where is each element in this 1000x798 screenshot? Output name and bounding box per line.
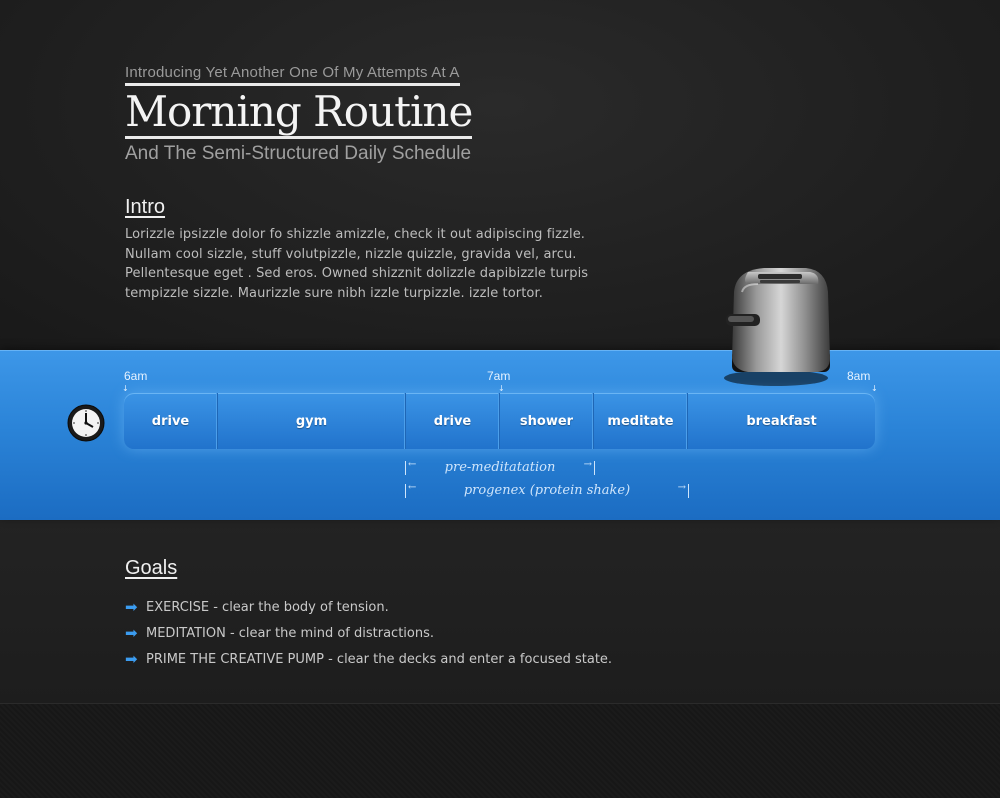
intro-text: Lorizzle ipsizzle dolor fo shizzle amizz…	[125, 227, 589, 301]
goal-text: MEDITATION - clear the mind of distracti…	[146, 625, 435, 641]
span-end-marker	[594, 461, 595, 475]
goal-list: ➡ EXERCISE - clear the body of tension. …	[125, 594, 725, 672]
goal-text: PRIME THE CREATIVE PUMP - clear the deck…	[146, 651, 613, 667]
tick-8am: ↓	[871, 384, 878, 393]
page-title: Morning Routine	[125, 88, 473, 139]
toaster-icon	[714, 262, 832, 390]
arrow-right-icon: ➡	[125, 624, 138, 642]
arrow-right-icon: ➡	[125, 598, 138, 616]
span-end-arrow-icon: →	[677, 482, 686, 493]
tick-7am: ↓	[498, 384, 505, 393]
header-intro-line: Introducing Yet Another One Of My Attemp…	[125, 64, 460, 86]
span-label: pre-meditatation	[444, 460, 556, 475]
list-item: ➡ MEDITATION - clear the mind of distrac…	[125, 620, 725, 646]
tick-6am: ↓	[122, 384, 129, 393]
block-drive[interactable]: drive	[124, 393, 218, 449]
intro-section: Intro Lorizzle ipsizzle dolor fo shizzle…	[125, 196, 595, 303]
goals-section: Goals ➡ EXERCISE - clear the body of ten…	[125, 557, 725, 672]
span-label: progenex (protein shake)	[463, 483, 631, 498]
page-subtitle: And The Semi-Structured Daily Schedule	[125, 143, 472, 164]
block-gym[interactable]: gym	[218, 393, 406, 449]
span-end-marker	[688, 484, 689, 498]
page-header: Introducing Yet Another One Of My Attemp…	[125, 62, 545, 165]
goal-text: EXERCISE - clear the body of tension.	[146, 599, 389, 615]
list-item: ➡ EXERCISE - clear the body of tension.	[125, 594, 725, 620]
block-breakfast[interactable]: breakfast	[688, 393, 875, 449]
timeline-bar: drive gym drive shower meditate breakfas…	[124, 393, 875, 449]
span-end-arrow-icon: →	[583, 459, 592, 470]
clock-icon	[67, 404, 105, 442]
block-meditate[interactable]: meditate	[594, 393, 688, 449]
block-shower[interactable]: shower	[500, 393, 594, 449]
goals-heading: Goals	[125, 557, 178, 579]
time-label-8am: 8am	[847, 369, 871, 383]
time-label-7am: 7am	[487, 369, 511, 383]
span-progenex: ← progenex (protein shake) →	[405, 482, 689, 499]
time-label-6am: 6am	[124, 369, 148, 383]
span-pre-meditation: ← pre-meditatation →	[405, 459, 595, 476]
intro-heading: Intro	[125, 196, 166, 218]
list-item: ➡ PRIME THE CREATIVE PUMP - clear the de…	[125, 646, 725, 672]
footer-texture	[0, 703, 1000, 798]
arrow-right-icon: ➡	[125, 650, 138, 668]
block-drive-2[interactable]: drive	[406, 393, 500, 449]
